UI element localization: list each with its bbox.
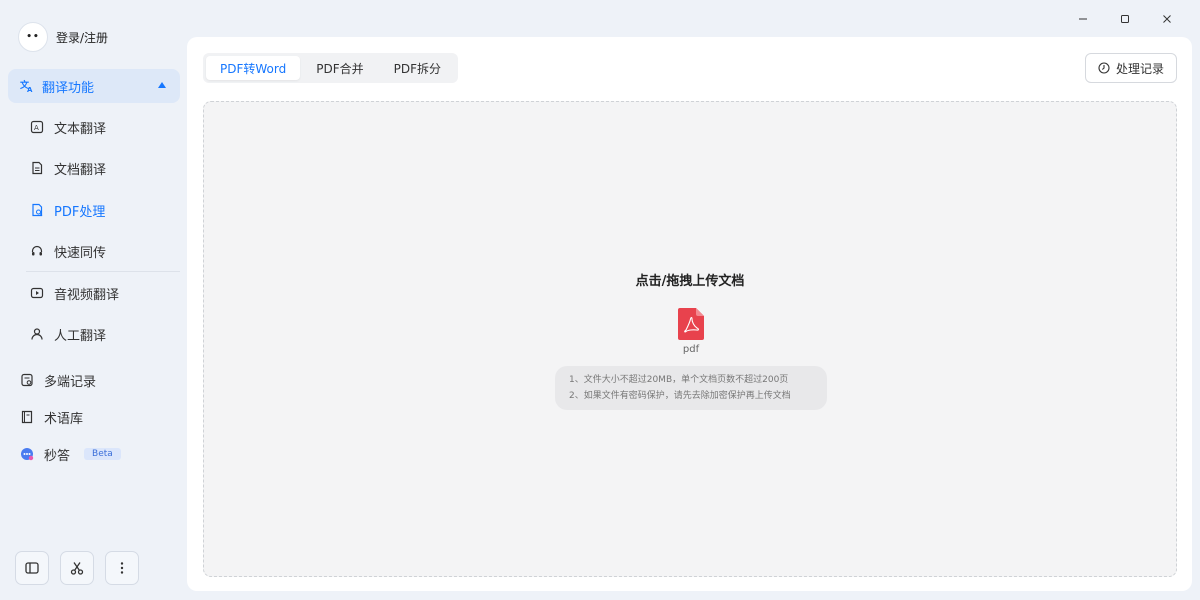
sidebar-item-label: 文本翻译 [54,121,107,137]
headset-icon [30,244,44,258]
close-button[interactable] [1146,8,1188,30]
sidebar-divider [26,271,180,272]
beta-badge: Beta [84,448,121,460]
person-icon [30,327,44,341]
sidebar-item-simultaneous[interactable]: 快速同传 [30,241,106,261]
sidebar-item-text-translate[interactable]: A 文本翻译 [30,117,106,137]
avatar[interactable]: •• [18,22,48,52]
upload-note: 2、如果文件有密码保护，请先去除加密保护再上传文档 [569,391,791,401]
svg-text:A: A [27,86,33,93]
pdf-tabs: PDF转Word PDF合并 PDF拆分 [203,53,459,83]
scissors-icon [70,562,84,575]
sidebar-item-label: 秒答 [44,448,71,464]
document-icon [30,161,44,175]
sidebar-item-label: 快速同传 [54,245,107,261]
sidebar-item-label: PDF处理 [54,204,106,220]
upload-note: 1、文件大小不超过20MB，单个文档页数不超过200页 [569,375,789,385]
pdf-process-icon [30,203,44,217]
sidebar-item-doc-translate[interactable]: 文档翻译 [30,158,106,178]
sidebar-item-label: 文档翻译 [54,162,107,178]
record-icon [20,373,34,387]
sidebar-item-label: 人工翻译 [54,328,107,344]
main-panel: PDF转Word PDF合并 PDF拆分 处理记录 点击/拖拽上传文档 pdf … [187,37,1192,591]
history-button-label: 处理记录 [1115,61,1164,76]
dropzone-title: 点击/拖拽上传文档 [635,274,745,289]
book-icon [20,410,34,424]
file-type-label: pdf [682,344,700,355]
sidebar-item-miaoda[interactable]: 秒答 Beta [20,444,121,464]
minimize-icon [1079,18,1087,20]
minimize-button[interactable] [1062,8,1104,30]
ai-chat-icon [20,447,34,461]
sidebar-toggle-button[interactable] [15,551,49,585]
window-controls [1062,8,1188,30]
tab-pdf-to-word[interactable]: PDF转Word [206,56,301,80]
clock-icon [1098,62,1110,74]
sidebar-item-label: 多端记录 [44,374,97,390]
close-icon [1163,15,1171,23]
history-button[interactable]: 处理记录 [1084,53,1177,83]
login-label[interactable]: 登录/注册 [56,29,108,46]
sidebar-toggle-icon [25,562,39,574]
more-button[interactable] [105,551,139,585]
sidebar-item-records[interactable]: 多端记录 [20,370,96,390]
tab-pdf-merge[interactable]: PDF合并 [302,56,377,80]
more-vertical-icon [120,562,124,574]
user-login[interactable]: •• 登录/注册 [18,22,108,52]
sidebar-item-glossary[interactable]: 术语库 [20,407,83,427]
sidebar-item-pdf[interactable]: PDF处理 [30,200,105,220]
sidebar-item-label: 术语库 [44,411,84,427]
tab-pdf-split[interactable]: PDF拆分 [380,56,455,80]
caret-up-icon[interactable] [158,82,166,88]
sidebar: •• 登录/注册 文A 翻译功能 A 文本翻译 文档翻译 PDF处理 快速同传 [0,0,186,600]
maximize-icon [1121,15,1129,23]
sidebar-item-av-translate[interactable]: 音视频翻译 [30,283,119,303]
video-icon [30,286,44,300]
sidebar-item-label: 音视频翻译 [54,287,120,303]
upload-notes: 1、文件大小不超过20MB，单个文档页数不超过200页 2、如果文件有密码保护，… [555,366,827,410]
nav-group-label: 翻译功能 [42,80,95,96]
translate-icon: 文A [20,79,34,93]
text-translate-icon: A [30,120,44,134]
nav-group-translation[interactable]: 文A 翻译功能 [8,69,180,103]
pdf-file-icon [678,308,704,340]
svg-text:A: A [34,124,39,132]
maximize-button[interactable] [1104,8,1146,30]
upload-dropzone[interactable]: 点击/拖拽上传文档 pdf 1、文件大小不超过20MB，单个文档页数不超过200… [203,101,1177,577]
screenshot-button[interactable] [60,551,94,585]
sidebar-item-human-translate[interactable]: 人工翻译 [30,324,106,344]
